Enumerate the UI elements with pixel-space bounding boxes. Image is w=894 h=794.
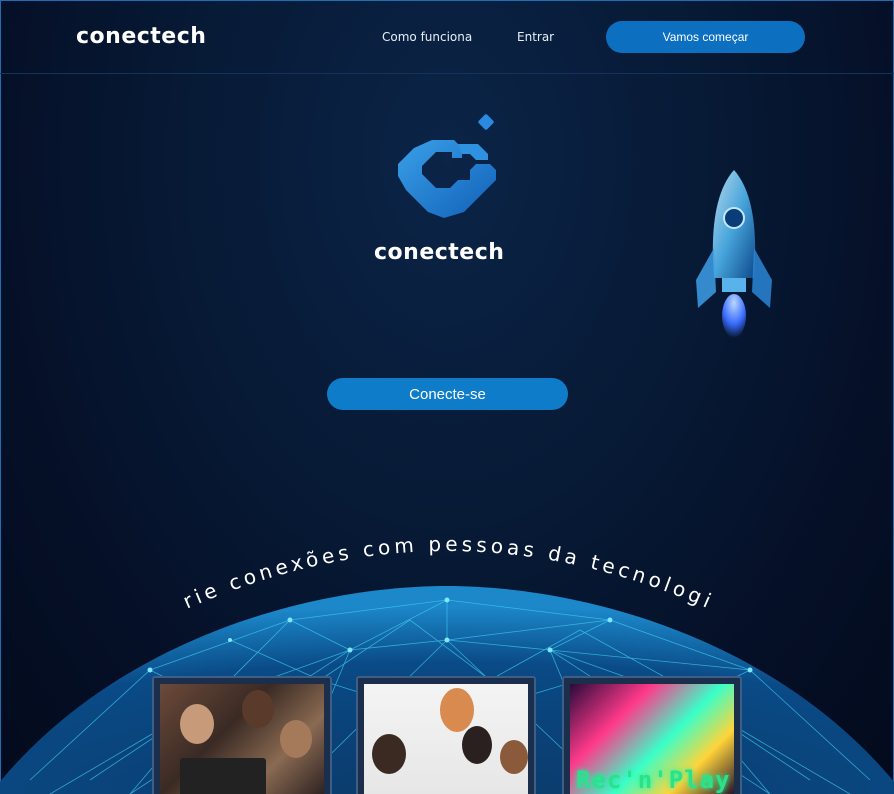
nav-como-funciona[interactable]: Como funciona	[382, 30, 472, 44]
photo-card-3[interactable]: Rec'n'Play	[562, 676, 742, 794]
recnplay-label: Rec'n'Play	[576, 766, 731, 794]
conecte-se-button[interactable]: Conecte-se	[327, 378, 568, 410]
brand-logo[interactable]: conectech	[76, 24, 206, 49]
photo-card-2[interactable]	[356, 676, 536, 794]
nav-entrar[interactable]: Entrar	[517, 30, 554, 44]
hero-brand-wordmark: conectech	[374, 240, 505, 265]
conectech-logo-icon	[398, 114, 496, 218]
group-talking-photo-icon	[364, 684, 528, 794]
recnplay-poster-icon: Rec'n'Play	[570, 684, 734, 794]
rocket-icon	[696, 170, 772, 338]
top-navbar: conectech Como funciona Entrar Vamos com…	[0, 0, 894, 74]
group-laptop-photo-icon	[160, 684, 324, 794]
vamos-comecar-button[interactable]: Vamos começar	[606, 21, 805, 53]
photo-card-1[interactable]	[152, 676, 332, 794]
